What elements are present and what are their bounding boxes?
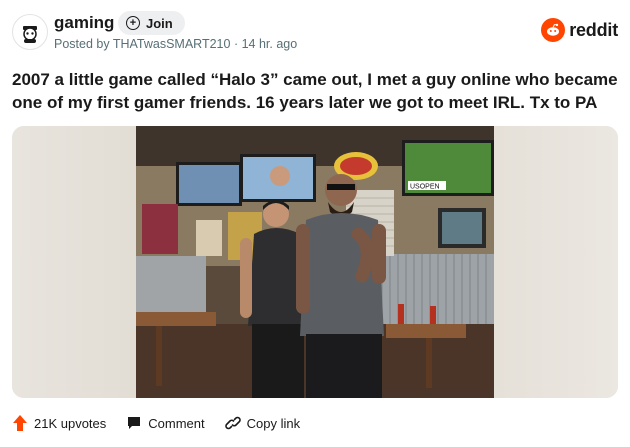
reddit-wordmark: reddit	[569, 19, 618, 40]
media-blur-right	[494, 126, 618, 398]
tv-overlay-label: USOPEN	[410, 184, 440, 191]
subreddit-name[interactable]: gaming	[54, 13, 114, 33]
comment-label: Comment	[148, 415, 205, 431]
copy-link-button[interactable]: Copy link	[224, 415, 301, 431]
join-button[interactable]: + Join	[118, 11, 185, 35]
reddit-brand[interactable]: reddit	[541, 18, 618, 42]
post-meta: Posted by THATwasSMART210 · 14 hr. ago	[54, 37, 297, 51]
reddit-logo-icon	[541, 18, 566, 42]
post-photo: USOPEN	[136, 126, 494, 398]
link-icon	[224, 416, 241, 430]
post-media[interactable]: USOPEN	[12, 126, 618, 398]
post-title[interactable]: 2007 a little game called “Halo 3” came …	[12, 68, 618, 114]
upvote-arrow-icon	[13, 415, 27, 431]
post-time: 14 hr. ago	[241, 37, 298, 51]
plus-circle-icon: +	[126, 16, 140, 30]
comment-bubble-icon	[128, 417, 141, 429]
upvote-button[interactable]: 21K upvotes	[12, 414, 106, 432]
post-header: gaming + Join Posted by THATwasSMART210 …	[12, 11, 618, 56]
gaming-subreddit-icon[interactable]	[12, 14, 48, 50]
posted-by[interactable]: Posted by THATwasSMART210	[54, 37, 230, 51]
comment-button[interactable]: Comment	[126, 415, 205, 431]
upvote-count: 21K upvotes	[34, 415, 107, 431]
copy-link-label: Copy link	[246, 415, 301, 431]
post-actions: 21K upvotes Comment Copy link	[12, 410, 300, 436]
join-label: Join	[146, 15, 173, 31]
media-blur-left	[12, 126, 136, 398]
meta-separator: ·	[233, 37, 242, 51]
